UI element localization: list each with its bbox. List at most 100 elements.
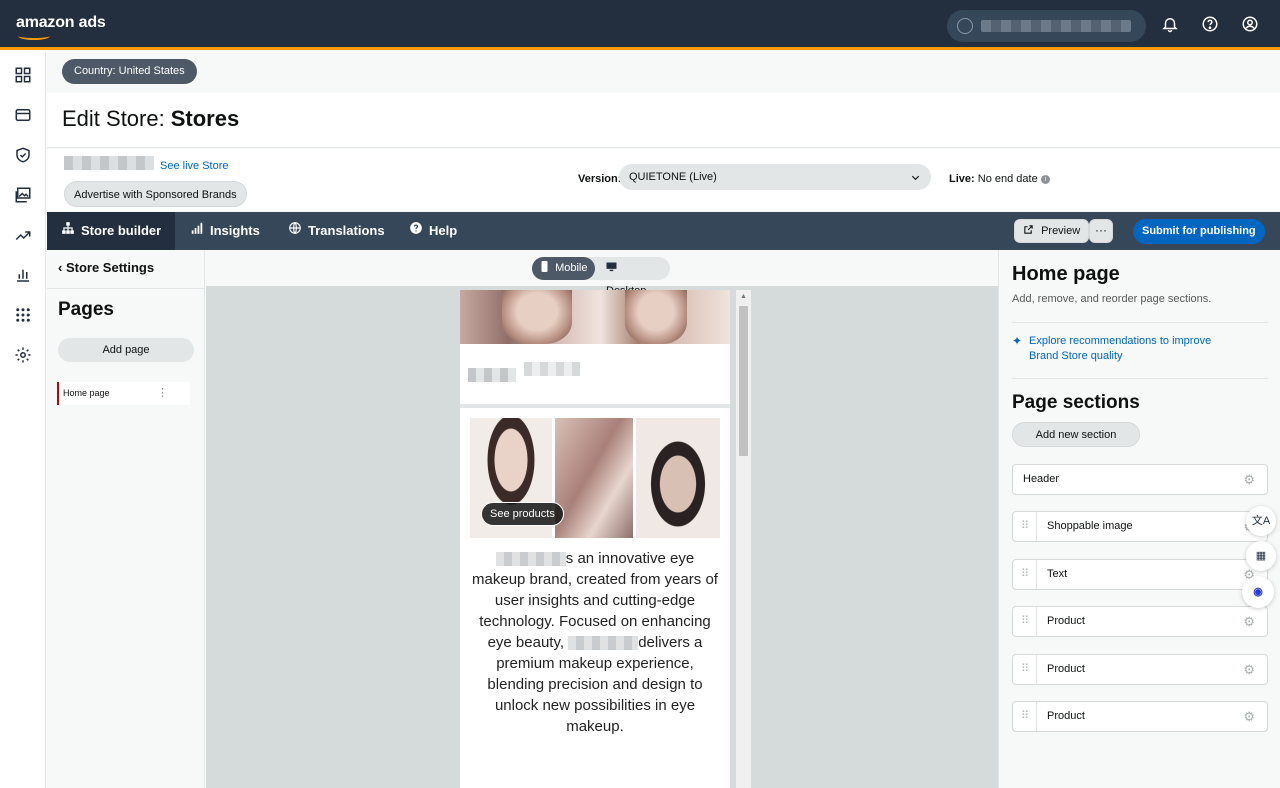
store-settings-link[interactable]: ‹ Store Settings (58, 260, 154, 275)
divider (1012, 322, 1268, 323)
bar-chart-icon[interactable] (12, 266, 34, 288)
pages-panel: ‹ Store Settings Pages Add page Home pag… (47, 250, 205, 788)
drag-handle-icon[interactable]: ⠿ (1013, 512, 1037, 541)
scrollbar-thumb[interactable] (739, 306, 748, 456)
version-select[interactable]: QUIETONE (Live) (619, 164, 931, 190)
brand-name-redacted (568, 636, 639, 651)
drag-handle-icon[interactable]: ⠿ (1013, 560, 1037, 589)
gear-icon[interactable]: ⚙ (1243, 465, 1255, 494)
assistant-icon[interactable]: ◉ (1242, 576, 1274, 608)
account-name-redacted (981, 20, 1131, 32)
sitemap-icon (61, 212, 75, 250)
chevron-down-icon (910, 164, 921, 190)
settings-icon[interactable] (12, 346, 34, 368)
preview-scrollbar[interactable]: ▲ (736, 290, 751, 788)
tab-store-builder[interactable]: Store builder (47, 212, 176, 250)
external-link-icon (1023, 225, 1041, 237)
submit-for-publishing-button[interactable]: Submit for publishing (1133, 219, 1265, 244)
divider (1012, 378, 1268, 379)
recommendations-link[interactable]: ✦ Explore recommendations to improve Bra… (1012, 334, 1232, 364)
scroll-up-icon[interactable]: ▲ (740, 293, 747, 300)
pages-title: Pages (58, 299, 114, 320)
divider (47, 288, 205, 289)
side-nav (0, 53, 46, 788)
translate-icon[interactable]: 文A (1246, 506, 1276, 536)
monitor-icon (606, 262, 620, 274)
top-bar: amazon ads (0, 0, 1280, 50)
section-header[interactable]: Header ⚙ (1012, 464, 1268, 495)
hero-face-image (502, 290, 572, 344)
help-icon (409, 212, 423, 250)
section-product[interactable]: ⠿ Product ⚙ (1012, 606, 1268, 637)
tab-bar: Store builder Insights Translations Help… (47, 212, 1280, 250)
mobile-store-preview[interactable]: See products s an innovative eye makeup … (460, 290, 730, 788)
tab-help[interactable]: Help (395, 212, 471, 250)
store-description-text: s an innovative eye makeup brand, create… (472, 550, 718, 735)
page-title: Edit Store: Stores (62, 106, 240, 131)
more-options-button[interactable]: ··· (1089, 219, 1113, 243)
view-mobile-button[interactable]: Mobile (532, 257, 596, 280)
section-product[interactable]: ⠿ Product ⚙ (1012, 654, 1268, 685)
brand-name-redacted (524, 362, 580, 376)
sponsored-brands-button[interactable]: Advertise with Sponsored Brands (64, 181, 247, 207)
brand-name-redacted (495, 552, 566, 567)
gear-icon[interactable]: ⚙ (1243, 607, 1255, 636)
view-toggle: Mobile Desktop (532, 257, 670, 297)
version-label: Version: (578, 173, 622, 185)
gear-icon[interactable]: ⚙ (1243, 702, 1255, 731)
add-page-button[interactable]: Add page (58, 338, 194, 362)
brand-name-redacted (64, 156, 154, 170)
store-info-bar: See live Store Advertise with Sponsored … (47, 149, 1280, 211)
see-live-store-link[interactable]: See live Store (160, 160, 228, 172)
account-icon[interactable] (1240, 15, 1260, 35)
shoppable-image[interactable]: See products (470, 418, 720, 538)
model-photo (555, 418, 633, 538)
kebab-menu-icon[interactable]: ⋮ (157, 382, 168, 405)
info-icon[interactable]: i (1040, 174, 1050, 184)
bell-icon[interactable] (1160, 15, 1180, 35)
logo-smile (18, 32, 50, 40)
view-desktop-button[interactable]: Desktop (598, 257, 670, 297)
preview-button[interactable]: Preview (1014, 219, 1090, 243)
dashboard-icon[interactable] (12, 66, 34, 88)
apps-icon[interactable] (12, 306, 34, 328)
globe-icon (288, 212, 302, 250)
tab-translations[interactable]: Translations (274, 212, 399, 250)
help-icon[interactable] (1200, 15, 1220, 35)
globe-icon (957, 18, 973, 34)
shield-icon[interactable] (12, 146, 34, 168)
chevron-left-icon: ‹ (58, 260, 63, 275)
live-status: Live: No end date i (949, 173, 1050, 185)
page-header: Edit Store: Stores (47, 93, 1280, 148)
gear-icon[interactable]: ⚙ (1243, 655, 1255, 684)
add-new-section-button[interactable]: Add new section (1012, 422, 1140, 447)
page-item-home[interactable]: Home page ⋮ (57, 382, 190, 405)
section-shoppable-image[interactable]: ⠿ Shoppable image ⚙ (1012, 511, 1268, 542)
sparkle-icon: ✦ (1012, 334, 1023, 348)
drag-handle-icon[interactable]: ⠿ (1013, 655, 1037, 684)
gallery-icon[interactable] (12, 186, 34, 208)
section-text[interactable]: ⠿ Text ⚙ (1012, 559, 1268, 590)
panel-subtitle: Add, remove, and reorder page sections. (1012, 293, 1212, 305)
tab-insights[interactable]: Insights (176, 212, 274, 250)
main-content: Country: United States Edit Store: Stores… (47, 53, 1280, 788)
wallet-icon[interactable] (12, 106, 34, 128)
phone-icon (540, 261, 555, 274)
brand-logo-redacted (468, 368, 516, 382)
country-selector[interactable]: Country: United States (62, 59, 197, 84)
drag-handle-icon[interactable]: ⠿ (1013, 702, 1037, 731)
drag-handle-icon[interactable]: ⠿ (1013, 607, 1037, 636)
section-product[interactable]: ⠿ Product ⚙ (1012, 701, 1268, 732)
trend-icon[interactable] (12, 226, 34, 248)
brand-header (460, 344, 730, 408)
page-sections-title: Page sections (1012, 392, 1140, 413)
signal-icon (190, 212, 204, 250)
panel-title: Home page (1012, 263, 1120, 285)
page-sections-panel: Home page Add, remove, and reorder page … (998, 250, 1280, 788)
amazon-ads-logo[interactable]: amazon ads (16, 14, 106, 40)
account-switcher[interactable] (947, 10, 1146, 42)
apps-badge-icon[interactable]: ▦ (1246, 541, 1276, 571)
hero-image (460, 290, 730, 344)
store-preview-canvas: Mobile Desktop See products (206, 250, 998, 788)
see-products-button[interactable]: See products (481, 502, 564, 526)
